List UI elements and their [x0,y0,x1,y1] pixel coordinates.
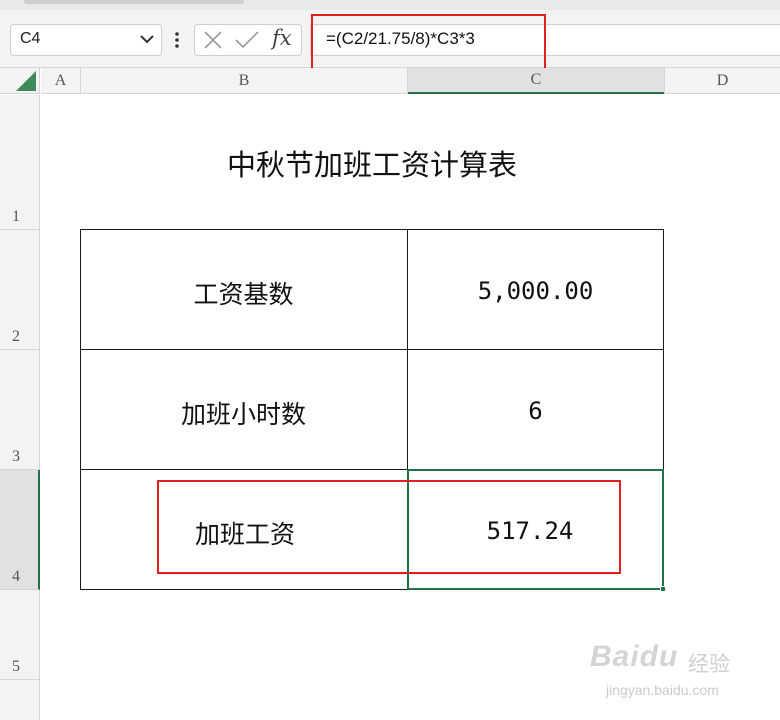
watermark-url: jingyan.baidu.com [606,682,719,698]
name-box-value: C4 [20,30,41,47]
cell-c3-value[interactable]: 6 [407,397,664,425]
cell-c2-value[interactable]: 5,000.00 [407,277,664,305]
confirm-check-icon[interactable] [234,29,260,51]
column-header-d[interactable]: D [665,68,780,94]
cell-b3-label[interactable]: 加班小时数 [80,395,407,431]
table-border [80,349,664,350]
more-options-icon[interactable] [170,28,184,52]
row-header-2[interactable]: 2 [0,230,40,350]
column-header-c[interactable]: C [408,68,664,94]
cancel-icon[interactable] [202,29,224,51]
formula-highlight-box [311,14,546,70]
select-all-triangle-icon [16,71,36,91]
table-border-top [80,229,664,230]
watermark-logo: Baidu [590,640,679,673]
insert-function-icon[interactable]: fx [272,26,292,50]
result-highlight-box [157,480,621,574]
row-header-5[interactable]: 5 [0,590,40,680]
row-header-1[interactable]: 1 [0,95,40,230]
fill-handle[interactable] [660,586,666,592]
column-header-b[interactable]: B [81,68,407,94]
row-header-3[interactable]: 3 [0,350,40,470]
sheet-title[interactable]: 中秋节加班工资计算表 [80,142,664,184]
tab-edge [24,0,244,4]
watermark-text: 经验 [688,652,730,676]
row-header-6[interactable] [0,680,40,720]
chevron-down-icon[interactable] [138,30,156,48]
row-header-4[interactable]: 4 [0,470,40,590]
column-header-a[interactable]: A [41,68,80,94]
cell-b2-label[interactable]: 工资基数 [80,275,407,311]
